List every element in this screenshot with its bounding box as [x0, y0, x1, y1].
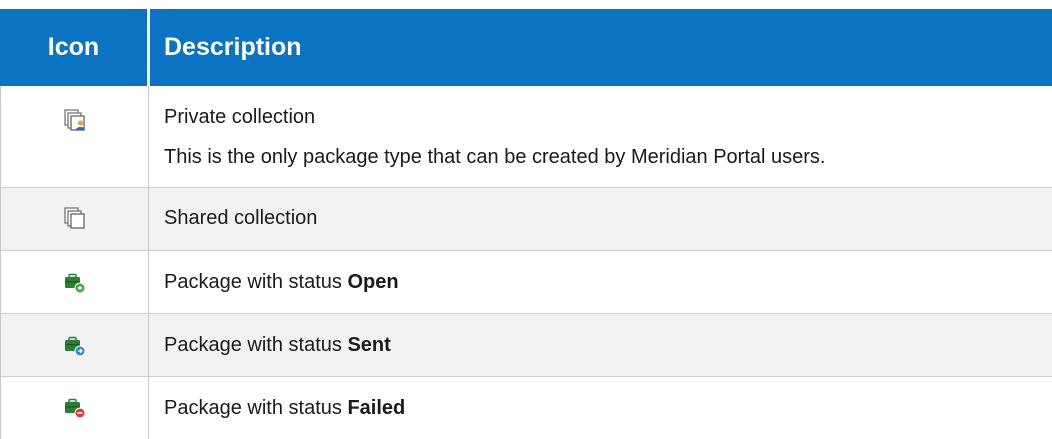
table-row: Package with status Sent — [0, 314, 1052, 377]
table-header: Icon Description — [0, 9, 1052, 86]
row-description: Package with status Failed — [164, 397, 405, 420]
package-open-icon — [65, 273, 86, 294]
row-description: Package with status Open — [164, 271, 399, 294]
table-row: Shared collection — [0, 188, 1052, 251]
row-prefix: Package with status — [164, 334, 348, 356]
row-title: Private collection — [164, 106, 316, 128]
package-failed-icon — [65, 398, 86, 419]
row-title: Shared collection — [164, 207, 318, 229]
header-description-column: Description — [164, 33, 302, 61]
status-label: Open — [347, 271, 399, 293]
shared-collection-icon — [64, 207, 85, 229]
icon-cell — [0, 86, 148, 188]
status-label: Failed — [347, 397, 406, 419]
row-description: Package with status Sent — [164, 334, 391, 357]
header-icon-column: Icon — [47, 33, 100, 61]
private-collection-icon — [64, 109, 85, 131]
status-label: Sent — [347, 334, 391, 356]
row-note: This is the only package type that can b… — [164, 146, 826, 168]
row-prefix: Package with status — [164, 271, 348, 293]
row-prefix: Package with status — [164, 397, 348, 419]
package-sent-icon — [65, 336, 86, 357]
table-row: Private collection This is the only pack… — [0, 86, 1052, 188]
table-row: Package with status Failed — [0, 377, 1052, 439]
table-row: Package with status Open — [0, 251, 1052, 314]
